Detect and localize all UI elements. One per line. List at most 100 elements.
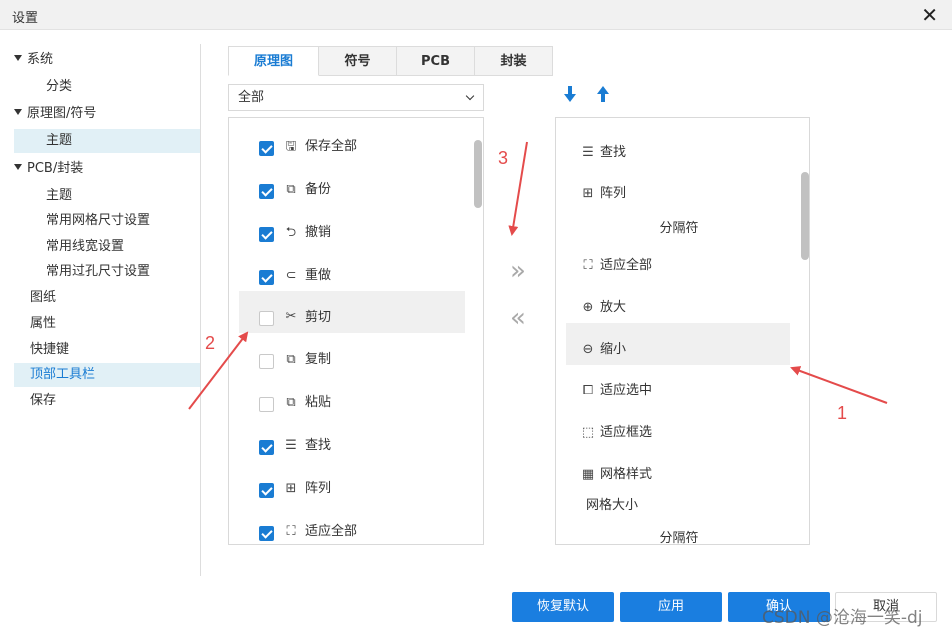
watermark-text: CSDN @沧海一笑-dj xyxy=(762,608,923,628)
checkbox-unchecked[interactable] xyxy=(259,311,274,326)
list-item[interactable]: ⧠ 适应选中 xyxy=(566,371,790,413)
paste-icon: ⧉ xyxy=(286,395,296,410)
list-item[interactable]: ☰ 查找 xyxy=(566,133,790,175)
separator-item[interactable]: 分隔符 xyxy=(556,527,802,544)
list-item-label: 适应全部 xyxy=(305,524,358,539)
separator-item[interactable]: 分隔符 xyxy=(556,217,802,236)
list-item[interactable]: ⧉ 粘贴 xyxy=(239,383,465,425)
sidebar-item-category[interactable]: 分类 xyxy=(14,75,200,99)
checkbox-checked[interactable] xyxy=(259,141,274,156)
annotation-label-3: 3 xyxy=(498,148,509,168)
window-title: 设置 xyxy=(12,11,39,26)
checkbox-unchecked[interactable] xyxy=(259,397,274,412)
list-item-label: 适应框选 xyxy=(600,425,653,440)
list-item-label: 适应全部 xyxy=(600,258,653,273)
list-item-label: 撤销 xyxy=(305,225,332,240)
undo-icon: ⮌ xyxy=(285,225,297,240)
list-item[interactable]: ⧉ 备份 xyxy=(239,170,465,212)
sidebar-item-label: 主题 xyxy=(46,133,73,148)
cut-icon: ✂ xyxy=(285,309,297,324)
annotation-label-1: 1 xyxy=(837,403,848,423)
checkbox-checked[interactable] xyxy=(259,526,274,541)
list-item-label: 剪切 xyxy=(305,310,332,325)
tab-schematic[interactable]: 原理图 xyxy=(228,46,319,76)
list-item-label: 粘贴 xyxy=(305,395,332,410)
sidebar-item-label: 保存 xyxy=(30,393,57,408)
sidebar-item-via-sizes[interactable]: 常用过孔尺寸设置 xyxy=(14,260,200,284)
checkbox-checked[interactable] xyxy=(259,440,274,455)
move-down-icon[interactable] xyxy=(563,85,577,103)
find-icon: ☰ xyxy=(582,145,594,160)
close-icon[interactable]: ✕ xyxy=(921,3,938,27)
remove-from-toolbar-button[interactable]: « xyxy=(510,305,526,331)
list-item-label: 备份 xyxy=(305,182,332,197)
sidebar-item-label: 快捷键 xyxy=(30,342,70,357)
sidebar-item-top-toolbar[interactable]: 顶部工具栏 xyxy=(14,363,200,387)
zoom-in-icon: ⊕ xyxy=(582,300,594,315)
checkbox-checked[interactable] xyxy=(259,227,274,242)
fit-selected-icon: ⧠ xyxy=(582,383,594,398)
sidebar-item-pcb-theme[interactable]: 主题 xyxy=(14,184,200,208)
tab-pcb[interactable]: PCB xyxy=(397,46,475,76)
list-item[interactable]: ▦ 网格样式 xyxy=(566,455,790,497)
current-toolbar-list[interactable]: ☰ 查找 ⊞ 阵列 分隔符 ⛶ 适应全部 ⊕ 放大 ⊖ 缩小 ⧠ 适应选中 ⬚ … xyxy=(555,117,810,545)
scrollbar-thumb[interactable] xyxy=(801,172,809,260)
sidebar-item-sheet[interactable]: 图纸 xyxy=(14,286,200,310)
list-item[interactable]: 🖫 保存全部 xyxy=(239,127,465,169)
available-toolbar-list[interactable]: 🖫 保存全部 ⧉ 备份 ⮌ 撤销 ⊂ 重做 ✂ 剪切 ⧉ 复制 ⧉ 粘贴 ☰ 查… xyxy=(228,117,484,545)
sidebar-item-save[interactable]: 保存 xyxy=(14,389,200,413)
sidebar-item-grid-sizes[interactable]: 常用网格尺寸设置 xyxy=(14,209,200,233)
list-item[interactable]: ⛶ 适应全部 xyxy=(239,512,465,544)
sidebar-item-pcb-footprint[interactable]: PCB/封装 xyxy=(14,157,200,181)
scrollbar-thumb[interactable] xyxy=(474,140,482,208)
list-item-label: 网格样式 xyxy=(600,467,653,482)
save-all-icon: 🖫 xyxy=(285,139,297,154)
checkbox-checked[interactable] xyxy=(259,483,274,498)
list-item-label: 查找 xyxy=(305,438,332,453)
list-item[interactable]: ✂ 剪切 xyxy=(239,291,465,333)
fit-all-icon: ⛶ xyxy=(583,258,593,273)
fit-all-icon: ⛶ xyxy=(286,524,296,539)
caret-down-icon xyxy=(14,164,22,170)
tab-footprint[interactable]: 封装 xyxy=(475,46,553,76)
list-item-label: 阵列 xyxy=(305,481,332,496)
sidebar-item-properties[interactable]: 属性 xyxy=(14,312,200,336)
list-item[interactable]: ⬚ 适应框选 xyxy=(566,413,790,455)
chevron-down-icon xyxy=(465,91,475,101)
sidebar-item-line-widths[interactable]: 常用线宽设置 xyxy=(14,235,200,259)
list-item-label[interactable]: 网格大小 xyxy=(586,498,638,514)
settings-sidebar: 系统 分类 原理图/符号 主题 PCB/封装 主题 常用网格尺寸设置 常用线宽设… xyxy=(0,44,201,576)
find-icon: ☰ xyxy=(285,438,297,453)
sidebar-item-label: 常用线宽设置 xyxy=(46,239,125,254)
sidebar-item-label: 属性 xyxy=(30,316,57,331)
array-icon: ⊞ xyxy=(285,481,297,496)
list-item-label: 查找 xyxy=(600,145,627,160)
zoom-out-icon: ⊖ xyxy=(582,342,594,357)
list-item[interactable]: ⧉ 复制 xyxy=(239,340,465,382)
redo-icon: ⊂ xyxy=(285,268,297,283)
grid-style-icon: ▦ xyxy=(581,467,595,482)
checkbox-checked[interactable] xyxy=(259,270,274,285)
list-item[interactable]: ⊞ 阵列 xyxy=(566,174,790,216)
sidebar-item-schematic-theme[interactable]: 主题 xyxy=(14,129,200,153)
sidebar-item-label: 分类 xyxy=(46,79,73,94)
checkbox-checked[interactable] xyxy=(259,184,274,199)
checkbox-unchecked[interactable] xyxy=(259,354,274,369)
sidebar-item-shortcuts[interactable]: 快捷键 xyxy=(14,338,200,362)
list-item[interactable]: ⊞ 阵列 xyxy=(239,469,465,511)
restore-defaults-button[interactable]: 恢复默认 xyxy=(512,592,614,622)
tab-symbol[interactable]: 符号 xyxy=(319,46,397,76)
list-item[interactable]: ⛶ 适应全部 xyxy=(566,246,790,288)
copy-icon: ⧉ xyxy=(286,352,296,367)
annotation-label-2: 2 xyxy=(205,333,216,353)
list-item[interactable]: ⊖ 缩小 xyxy=(566,323,790,365)
sidebar-item-schematic-symbol[interactable]: 原理图/符号 xyxy=(14,102,200,126)
filter-select[interactable]: 全部 xyxy=(228,84,484,111)
apply-button[interactable]: 应用 xyxy=(620,592,722,622)
list-item[interactable]: ⮌ 撤销 xyxy=(239,213,465,255)
list-item[interactable]: ☰ 查找 xyxy=(239,426,465,468)
list-item-label: 缩小 xyxy=(600,342,627,357)
add-to-toolbar-button[interactable]: » xyxy=(510,258,526,284)
move-up-icon[interactable] xyxy=(596,85,610,103)
sidebar-item-system[interactable]: 系统 xyxy=(14,48,200,72)
